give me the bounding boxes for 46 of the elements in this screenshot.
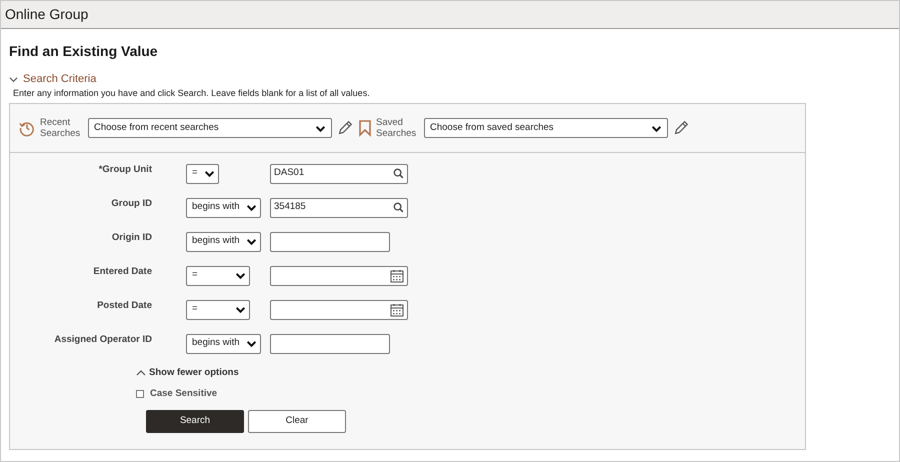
field-label: Entered Date (92, 265, 152, 280)
search-button[interactable]: Search (146, 410, 244, 433)
date-field[interactable] (270, 266, 408, 286)
field-label: Posted Date (96, 299, 152, 314)
page-header-title: Online Group (5, 5, 88, 24)
operator-dropdown[interactable]: = (186, 300, 250, 320)
operator-dropdown[interactable]: begins with (186, 198, 261, 218)
chevron-down-icon (246, 202, 257, 213)
chevron-down-icon (9, 74, 18, 84)
instructions-text: Enter any information you have and click Search. Leave fields blank for a list of all values. (13, 87, 370, 100)
calendar-icon[interactable] (390, 302, 404, 316)
saved-searches-label: Saved Searches (376, 117, 418, 139)
saved-searches-dropdown[interactable]: Choose from saved searches (424, 118, 668, 138)
lookup-field[interactable]: 354185 (270, 198, 408, 218)
search-icon[interactable] (393, 202, 404, 213)
chevron-down-icon (204, 168, 215, 179)
field-label: *Group Unit (98, 163, 152, 178)
field-label: Assigned Operator ID (53, 333, 152, 348)
checkbox[interactable] (136, 390, 144, 398)
page-title: Find an Existing Value (9, 42, 158, 61)
lookup-field[interactable]: DAS01 (270, 164, 408, 184)
date-field[interactable] (270, 300, 408, 320)
chevron-down-icon (235, 304, 246, 315)
pencil-icon[interactable] (672, 119, 690, 137)
operator-dropdown[interactable]: = (186, 266, 250, 286)
chevron-down-icon (246, 236, 257, 247)
input-field[interactable] (270, 232, 390, 252)
calendar-icon[interactable] (390, 268, 404, 282)
operator-dropdown[interactable]: = (186, 164, 219, 184)
search-icon[interactable] (393, 168, 404, 179)
clear-button[interactable]: Clear (248, 410, 346, 433)
recent-searches-label: Recent Searches (40, 117, 82, 139)
checkbox-label: Case Sensitive (150, 386, 218, 401)
bookmark-icon (358, 119, 372, 137)
chevron-down-icon (246, 338, 257, 349)
input-field[interactable] (270, 334, 390, 354)
section-toggle[interactable]: Search Criteria (9, 70, 96, 88)
field-label: Group ID (110, 197, 152, 212)
operator-dropdown[interactable]: begins with (186, 334, 261, 354)
chevron-up-icon (136, 368, 146, 378)
operator-dropdown[interactable]: begins with (186, 232, 261, 252)
field-label: Origin ID (110, 231, 152, 246)
pencil-icon[interactable] (336, 119, 354, 137)
recent-searches-dropdown[interactable]: Choose from recent searches (88, 118, 332, 138)
show-fewer-options-link[interactable]: Show fewer options (136, 367, 239, 379)
chevron-down-icon (235, 270, 246, 281)
